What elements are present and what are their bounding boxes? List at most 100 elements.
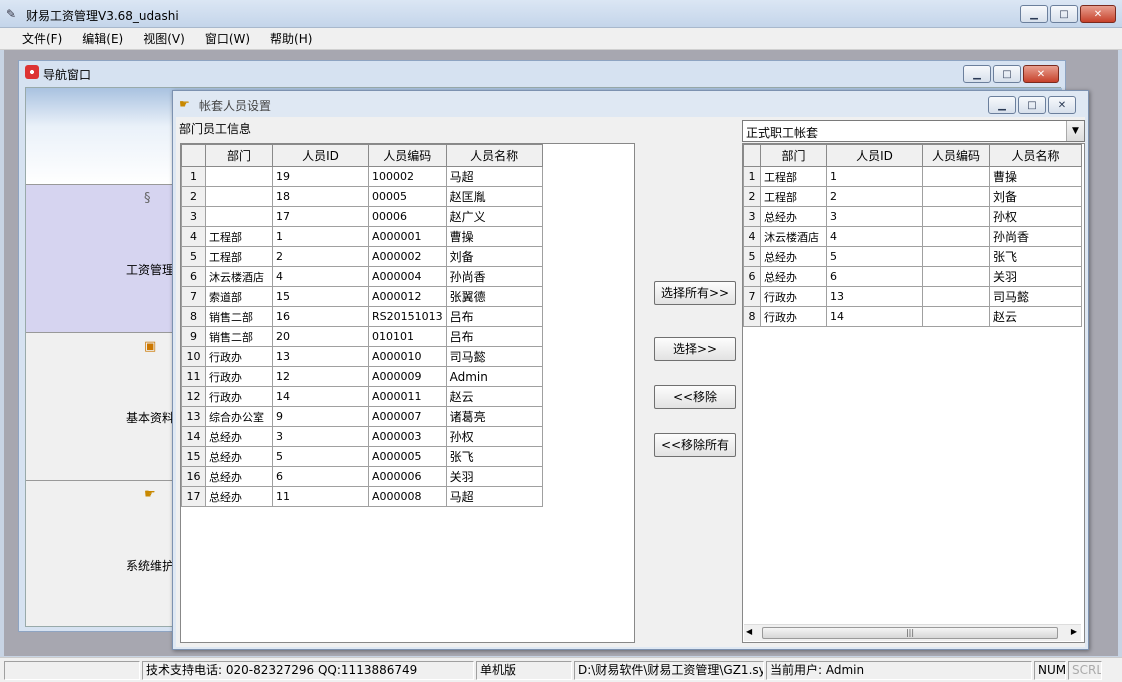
cell-code: A000010 xyxy=(368,346,447,367)
nav-section-payroll[interactable]: § 工资管理 xyxy=(26,184,186,332)
main-titlebar: ✎ 财易工资管理V3.68_udashi ▁ □ ✕ xyxy=(0,0,1122,28)
dialog-icon: ☛ xyxy=(179,97,190,111)
nav-section-label: 工资管理 xyxy=(126,263,175,277)
nav-section-label: 系统维护 xyxy=(126,559,175,573)
remove-all-button[interactable]: <<移除所有 xyxy=(654,433,736,457)
nav-section-basic-data[interactable]: ▣ 基本资料 xyxy=(26,332,186,480)
table-row[interactable]: 5 总经办 5 张飞 xyxy=(743,246,1082,267)
table-row[interactable]: 10 行政办 13 A000010 司马懿 xyxy=(181,346,543,367)
row-number: 1 xyxy=(181,166,206,187)
table-row[interactable]: 6 沐云楼酒店 4 A000004 孙尚香 xyxy=(181,266,543,287)
table-row[interactable]: 2 18 00005 赵匡胤 xyxy=(181,186,543,207)
dialog-maximize-button[interactable]: □ xyxy=(1018,96,1046,114)
cell-name: 吕布 xyxy=(445,306,543,327)
table-header-row: 部门 人员ID 人员编码 人员名称 xyxy=(181,144,543,167)
table-row[interactable]: 3 总经办 3 孙权 xyxy=(743,206,1082,227)
cell-id: 6 xyxy=(272,466,369,487)
col-header-code[interactable]: 人员编码 xyxy=(368,144,447,167)
table-row[interactable]: 14 总经办 3 A000003 孙权 xyxy=(181,426,543,447)
cell-id: 2 xyxy=(826,186,923,207)
row-number: 9 xyxy=(181,326,206,347)
scroll-thumb[interactable]: ||| xyxy=(762,627,1058,639)
table-row[interactable]: 4 工程部 1 A000001 曹操 xyxy=(181,226,543,247)
account-select[interactable]: 正式职工帐套 ▼ xyxy=(742,120,1085,142)
cell-dept: 行政办 xyxy=(760,306,827,327)
table-row[interactable]: 12 行政办 14 A000011 赵云 xyxy=(181,386,543,407)
table-row[interactable]: 11 行政办 12 A000009 Admin xyxy=(181,366,543,387)
select-button[interactable]: 选择>> xyxy=(654,337,736,361)
nav-maximize-button[interactable]: □ xyxy=(993,65,1021,83)
cell-dept xyxy=(205,166,273,187)
select-all-button[interactable]: 选择所有>> xyxy=(654,281,736,305)
col-header-name[interactable]: 人员名称 xyxy=(989,144,1082,167)
nav-close-button[interactable]: ✕ xyxy=(1023,65,1059,83)
maximize-button[interactable]: □ xyxy=(1050,5,1078,23)
row-number-header xyxy=(743,144,761,167)
dept-staff-table: 部门 人员ID 人员编码 人员名称 1 19 100002 马超 2 18 00005 赵匡胤… xyxy=(181,144,543,507)
table-row[interactable]: 8 行政办 14 赵云 xyxy=(743,306,1082,327)
cell-code xyxy=(922,286,990,307)
row-number: 10 xyxy=(181,346,206,367)
cell-name: Admin xyxy=(445,366,543,387)
horizontal-scrollbar[interactable]: ◀ ||| ▶ xyxy=(744,624,1081,641)
menu-help[interactable]: 帮助(H) xyxy=(260,29,322,49)
col-header-name[interactable]: 人员名称 xyxy=(445,144,543,167)
dept-staff-grid[interactable]: 部门 人员ID 人员编码 人员名称 1 19 100002 马超 2 18 00005 赵匡胤… xyxy=(180,143,635,643)
cell-name: 诸葛亮 xyxy=(445,406,543,427)
table-row[interactable]: 2 工程部 2 刘备 xyxy=(743,186,1082,207)
chevron-down-icon[interactable]: ▼ xyxy=(1066,121,1084,141)
table-row[interactable]: 7 索道部 15 A000012 张翼德 xyxy=(181,286,543,307)
cell-code: 010101 xyxy=(368,326,447,347)
dept-staff-label: 部门员工信息 xyxy=(179,122,252,136)
scroll-right-icon[interactable]: ▶ xyxy=(1071,627,1077,636)
col-header-dept[interactable]: 部门 xyxy=(760,144,827,167)
menu-file[interactable]: 文件(F) xyxy=(12,29,72,49)
cell-code: A000002 xyxy=(368,246,447,267)
cell-code: 00006 xyxy=(368,206,447,227)
table-row[interactable]: 1 19 100002 马超 xyxy=(181,166,543,187)
table-row[interactable]: 8 销售二部 16 RS20151013 吕布 xyxy=(181,306,543,327)
table-row[interactable]: 4 沐云楼酒店 4 孙尚香 xyxy=(743,226,1082,247)
close-button[interactable]: ✕ xyxy=(1080,5,1116,23)
table-row[interactable]: 9 销售二部 20 010101 吕布 xyxy=(181,326,543,347)
col-header-code[interactable]: 人员编码 xyxy=(922,144,990,167)
table-row[interactable]: 5 工程部 2 A000002 刘备 xyxy=(181,246,543,267)
menu-edit[interactable]: 编辑(E) xyxy=(72,29,133,49)
maintenance-icon: ☛ xyxy=(144,487,156,502)
table-row[interactable]: 16 总经办 6 A000006 关羽 xyxy=(181,466,543,487)
cell-dept: 销售二部 xyxy=(205,326,273,347)
dialog-minimize-button[interactable]: ▁ xyxy=(988,96,1016,114)
table-row[interactable]: 17 总经办 11 A000008 马超 xyxy=(181,486,543,507)
row-number: 6 xyxy=(181,266,206,287)
cell-code xyxy=(922,166,990,187)
cell-id: 1 xyxy=(272,226,369,247)
col-header-id[interactable]: 人员ID xyxy=(272,144,369,167)
table-row[interactable]: 3 17 00006 赵广义 xyxy=(181,206,543,227)
remove-button[interactable]: <<移除 xyxy=(654,385,736,409)
nav-minimize-button[interactable]: ▁ xyxy=(963,65,991,83)
nav-section-maintenance[interactable]: ☛ 系统维护 xyxy=(26,480,186,628)
row-number: 8 xyxy=(181,306,206,327)
menu-view[interactable]: 视图(V) xyxy=(133,29,195,49)
table-row[interactable]: 13 综合办公室 9 A000007 诸葛亮 xyxy=(181,406,543,427)
menu-window[interactable]: 窗口(W) xyxy=(195,29,260,49)
table-row[interactable]: 15 总经办 5 A000005 张飞 xyxy=(181,446,543,467)
cell-name: 孙尚香 xyxy=(989,226,1082,247)
cell-name: 赵匡胤 xyxy=(445,186,543,207)
cell-id: 20 xyxy=(272,326,369,347)
col-header-id[interactable]: 人员ID xyxy=(826,144,923,167)
cell-code: A000001 xyxy=(368,226,447,247)
cell-id: 11 xyxy=(272,486,369,507)
minimize-button[interactable]: ▁ xyxy=(1020,5,1048,23)
cell-name: 关羽 xyxy=(445,466,543,487)
table-row[interactable]: 6 总经办 6 关羽 xyxy=(743,266,1082,287)
dialog-close-button[interactable]: ✕ xyxy=(1048,96,1076,114)
account-staff-grid[interactable]: 部门 人员ID 人员编码 人员名称 1 工程部 1 曹操 2 工程部 2 刘备 3 总经办 3 孙权 4… xyxy=(742,143,1085,643)
table-row[interactable]: 7 行政办 13 司马懿 xyxy=(743,286,1082,307)
cell-dept: 总经办 xyxy=(760,246,827,267)
row-number: 11 xyxy=(181,366,206,387)
col-header-dept[interactable]: 部门 xyxy=(205,144,273,167)
table-row[interactable]: 1 工程部 1 曹操 xyxy=(743,166,1082,187)
cell-code: A000008 xyxy=(368,486,447,507)
scroll-left-icon[interactable]: ◀ xyxy=(746,627,752,636)
